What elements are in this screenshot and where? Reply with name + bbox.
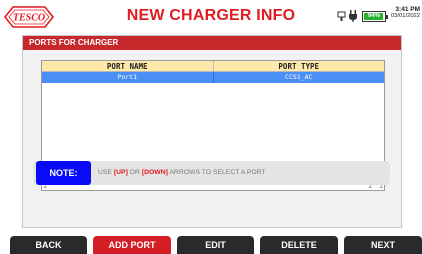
note-up-key: [UP]	[113, 169, 128, 176]
clock-time: 3:41 PM	[395, 6, 420, 13]
col-header-port-name: PORT NAME	[42, 61, 214, 71]
note-text: USE [UP] OR [DOWN] ARROWS TO SELECT A PO…	[98, 169, 266, 176]
note-bar: NOTE: USE [UP] OR [DOWN] ARROWS TO SELEC…	[33, 161, 390, 185]
note-label: NOTE:	[36, 161, 91, 185]
ports-panel: PORTS FOR CHARGER PORT NAME PORT TYPE Po…	[22, 35, 402, 228]
col-header-port-type: PORT TYPE	[278, 62, 320, 71]
battery-percent: 94%	[367, 12, 380, 19]
footer-toolbar: BACK ADD PORT EDIT DELETE NEXT	[0, 236, 422, 254]
clock: 3:41 PM 03/01/2022	[388, 6, 420, 20]
note-down-key: [DOWN]	[141, 169, 168, 176]
panel-title: PORTS FOR CHARGER	[23, 36, 401, 50]
usb-icon	[337, 11, 346, 21]
table-row[interactable]: Port1 CCS1_AC	[42, 72, 384, 83]
next-button[interactable]: NEXT	[344, 236, 422, 254]
table-header: PORT NAME PORT TYPE	[42, 61, 384, 72]
clock-date: 03/01/2022	[390, 13, 420, 19]
cell-port-name: Port1	[42, 72, 214, 83]
cell-port-type: CCS1_AC	[285, 73, 313, 81]
back-button[interactable]: BACK	[10, 236, 87, 254]
top-bar: TESCO NEW CHARGER INFO 94% 3:41 PM 03/01…	[0, 0, 422, 34]
plug-icon	[349, 10, 357, 22]
add-port-button[interactable]: ADD PORT	[93, 236, 171, 254]
delete-button[interactable]: DELETE	[260, 236, 338, 254]
edit-button[interactable]: EDIT	[177, 236, 254, 254]
status-icons: 94%	[337, 9, 388, 23]
battery-icon: 94%	[362, 10, 388, 22]
